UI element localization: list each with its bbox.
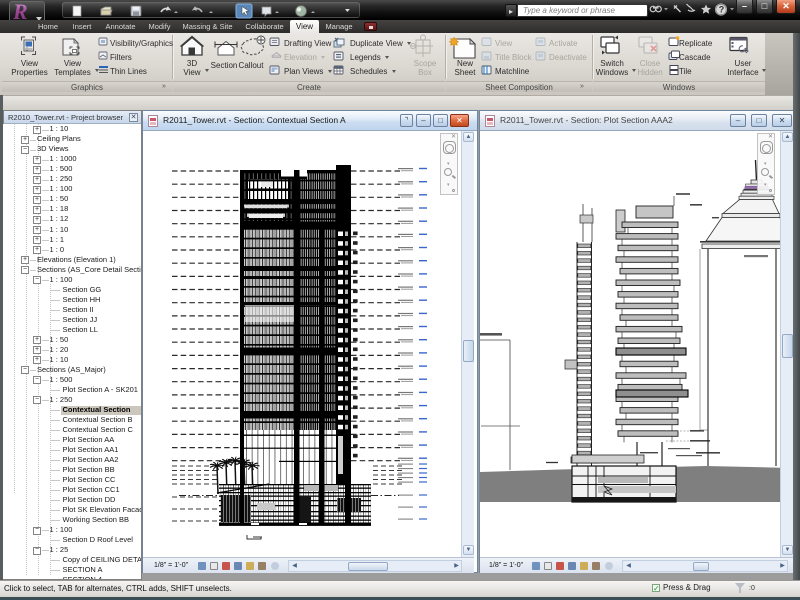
svg-text:?: ?: [719, 5, 725, 15]
